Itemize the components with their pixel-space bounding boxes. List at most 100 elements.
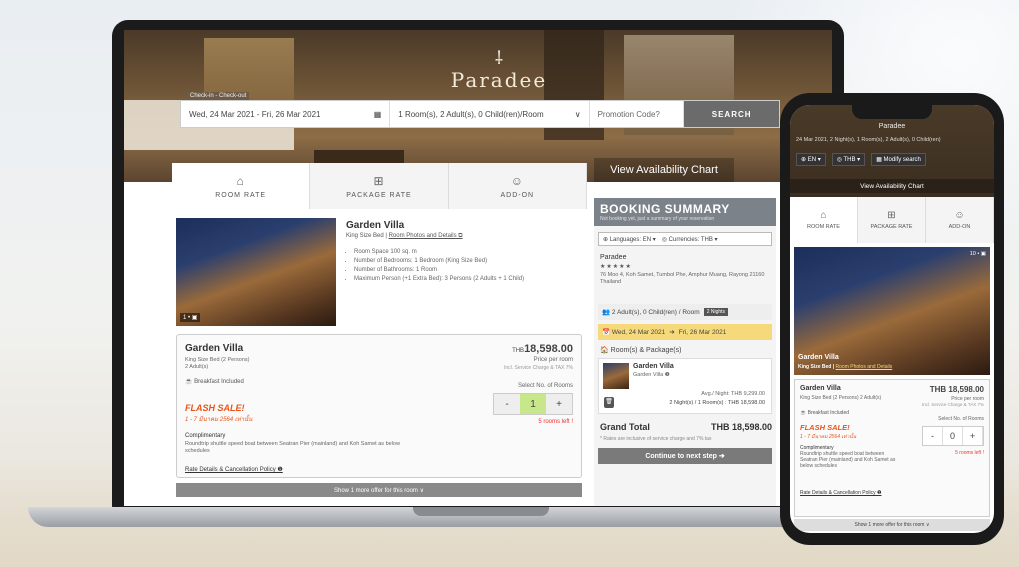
chevron-down-icon: ∨ <box>574 109 581 119</box>
tab-label: PACKAGE RATE <box>346 191 412 199</box>
phone-tab-room-rate[interactable]: ⌂ ROOM RATE <box>790 197 858 243</box>
language-select[interactable]: ⊕ Languages: EN ▾ <box>603 236 656 243</box>
phone-language-select[interactable]: ⊕ EN ▾ <box>796 153 826 166</box>
summary-room-item: Garden Villa Garden Villa ❶ 🗑 Avg./ Nigh… <box>598 358 772 414</box>
phone-room-photo[interactable]: 10 • ▣ Garden Villa King Size Bed | Room… <box>794 247 990 375</box>
laptop-notch <box>413 507 549 516</box>
grand-total: Grand Total THB 18,598.00 <box>600 422 772 432</box>
tab-room-rate[interactable]: ⌂ ROOM RATE <box>172 163 311 209</box>
date-range: Wed, 24 Mar 2021 - Fri, 26 Mar 2021 <box>189 109 321 119</box>
item-subtitle[interactable]: Garden Villa ❶ <box>633 372 670 378</box>
decrease-button[interactable]: - <box>923 427 943 445</box>
summary-guests: 👥 2 Adult(s), 0 Child(ren) / Room 2 Nigh… <box>598 304 772 320</box>
room-photo[interactable]: 1 • ▣ <box>176 218 336 326</box>
show-more-offers-button[interactable]: Show 1 more offer for this room ∨ <box>176 483 582 497</box>
offer-details: King Size Bed (2 Persons) 2 Adult(s) <box>800 395 882 401</box>
bed-type: King Size Bed | <box>798 364 835 370</box>
breakfast-included: ☕ Breakfast Included <box>800 410 850 416</box>
feature-item: Maximum Person (+1 Extra Bed): 3 Persons… <box>354 275 524 284</box>
flash-sale-dates: 1 - 7 มีนาคม 2564 เท่านั้น <box>185 417 253 423</box>
price-amount: 18,598.00 <box>524 343 573 355</box>
flash-sale-dates: 1 - 7 มีนาคม 2564 เท่านั้น <box>800 434 857 440</box>
grand-total-note: * Rates are inclusive of service charge … <box>600 436 712 442</box>
phone-tab-add-on[interactable]: ☺ ADD-ON <box>926 197 994 243</box>
increase-button[interactable]: + <box>963 427 983 445</box>
complimentary-text: Roundtrip shuttle speed boat between Sea… <box>800 451 896 469</box>
price-tax-note: Incl. Service Charge & TAX 7% <box>503 365 573 371</box>
smiley-icon: ☺ <box>510 173 524 188</box>
phone-currency-select[interactable]: ◎ THB ▾ <box>831 153 866 166</box>
phone-show-more-button[interactable]: Show 1 more offer for this room ∨ <box>794 519 990 531</box>
logo-name: Paradee <box>450 68 548 92</box>
smiley-icon: ☺ <box>954 210 965 221</box>
date-picker[interactable]: Check-in - Check-out Wed, 24 Mar 2021 - … <box>181 92 391 127</box>
calendar-icon: ▦ <box>373 109 382 119</box>
phone-room-title: Garden Villa <box>798 354 839 361</box>
feature-item: Room Space 100 sq. m <box>354 248 524 257</box>
quantity-value[interactable]: 1 <box>520 394 546 414</box>
feature-item: Number of Bathrooms: 1 Room <box>354 266 524 275</box>
item-total: 2 Night(s) / 1 Room(s) : THB 18,598.00 <box>669 400 765 406</box>
complimentary-title: Complimentary <box>185 433 226 439</box>
room-photos-link[interactable]: Room Photos and Details <box>836 364 893 370</box>
quantity-value[interactable]: 0 <box>943 427 963 445</box>
complimentary-text: Roundtrip shuttle speed boat between Sea… <box>185 441 400 454</box>
feature-item: Number of Bedrooms: 1 Bedroom (King Size… <box>354 257 524 266</box>
tab-label: PACKAGE RATE <box>870 224 913 230</box>
room-photos-link[interactable]: Room Photos and Details ⧉ <box>389 233 463 239</box>
currency-select[interactable]: ◎ Currencies: THB ▾ <box>662 236 718 243</box>
offer-details: King Size Bed (2 Persons) 2 Adult(s) <box>185 357 250 371</box>
logo-mark-icon: ⸸ <box>494 48 504 69</box>
rooms-guests-select[interactable]: 1 Room(s), 2 Adult(s), 0 Child(ren)/Room… <box>390 101 590 127</box>
price-per-room: Price per room <box>533 357 573 363</box>
increase-button[interactable]: + <box>546 394 572 414</box>
phone-tab-package-rate[interactable]: ⊞ PACKAGE RATE <box>858 197 926 243</box>
phone-notch <box>852 105 932 119</box>
hotel-logo[interactable]: ⸸ Paradee <box>444 48 554 93</box>
tab-label: ADD-ON <box>500 191 535 199</box>
bed-type: King Size Bed | <box>346 233 387 239</box>
phone-brand[interactable]: Paradee <box>790 123 994 130</box>
offer-price: THB18,598.00 <box>512 343 573 355</box>
select-rooms-label: Select No. of Rooms <box>517 383 573 389</box>
continue-button[interactable]: Continue to next step ➔ <box>598 448 772 464</box>
checkin-label: Check-in - Check-out <box>187 92 250 100</box>
phone-controls: ⊕ EN ▾ ◎ THB ▾ ▦ Modify search <box>796 153 988 166</box>
rooms-packages-heading: 🏠 Room(s) & Package(s) <box>600 347 682 354</box>
phone-availability-button[interactable]: View Availability Chart <box>790 179 994 193</box>
grand-total-label: Grand Total <box>600 422 650 432</box>
photo-count-badge: 1 • ▣ <box>180 313 201 322</box>
tab-add-on[interactable]: ☺ ADD-ON <box>449 163 587 209</box>
decrease-button[interactable]: - <box>494 394 520 414</box>
offer-adults: 2 Adult(s) <box>185 364 209 370</box>
laptop-screen: ⸸ Paradee Check-in - Check-out Wed, 24 M… <box>124 30 832 506</box>
tab-package-rate[interactable]: ⊞ PACKAGE RATE <box>310 163 449 209</box>
trash-icon[interactable]: 🗑 <box>604 397 614 408</box>
phone-search-info: 24 Mar 2021, 2 Night(s), 1 Room(s), 2 Ad… <box>796 137 941 143</box>
summary-header: BOOKING SUMMARY Not booking yet, just a … <box>594 198 776 226</box>
rooms-left-warning: 5 rooms left ! <box>955 450 984 456</box>
star-rating: ★★★★★ <box>600 264 632 270</box>
booking-summary: BOOKING SUMMARY Not booking yet, just a … <box>594 198 776 506</box>
promo-code-input[interactable]: Promotion Code? <box>590 101 685 127</box>
phone-frame: Paradee 24 Mar 2021, 2 Night(s), 1 Room(… <box>780 93 1004 545</box>
modify-search-button[interactable]: ▦ Modify search <box>871 153 926 166</box>
guests-text: 👥 2 Adult(s), 0 Child(ren) / Room <box>602 309 700 316</box>
flash-sale-label: FLASH SALE! <box>185 403 245 413</box>
rate-details-link[interactable]: Rate Details & Cancellation Policy ❶ <box>185 466 283 473</box>
summary-note: Not booking yet, just a summary of your … <box>600 216 715 222</box>
checkin-date: 📅 Wed, 24 Mar 2021 <box>602 329 666 336</box>
select-rooms-label: Select No. of Rooms <box>938 416 984 422</box>
photo-count-badge: 10 • ▣ <box>969 251 986 257</box>
search-button[interactable]: SEARCH <box>684 101 779 127</box>
hero-table <box>314 150 404 164</box>
phone-room-subtitle: King Size Bed | Room Photos and Details <box>798 364 892 370</box>
laptop-frame: ⸸ Paradee Check-in - Check-out Wed, 24 M… <box>112 20 844 510</box>
view-availability-button[interactable]: View Availability Chart <box>594 158 734 182</box>
offer-title: Garden Villa <box>800 385 841 392</box>
rooms-guests-value: 1 Room(s), 2 Adult(s), 0 Child(ren)/Room <box>398 109 544 119</box>
room-title: Garden Villa <box>346 220 405 231</box>
room-features: Room Space 100 sq. m Number of Bedrooms:… <box>346 248 524 284</box>
rate-details-link[interactable]: Rate Details & Cancellation Policy ❶ <box>800 490 881 496</box>
offer-title: Garden Villa <box>185 343 244 354</box>
